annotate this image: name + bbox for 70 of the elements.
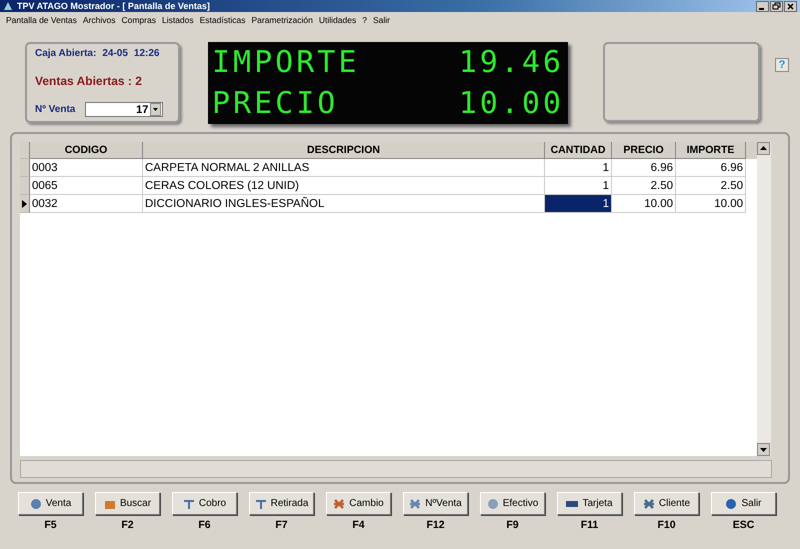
scroll-down-icon[interactable] (757, 443, 770, 456)
window-title: TPV ATAGO Mostrador - [ Pantalla de Ventas] (17, 1, 210, 11)
open-sales-text: Ventas Abiertas : 2 (35, 74, 143, 88)
table-cell: 0032 (30, 195, 143, 213)
function-button[interactable]: Retirada (249, 492, 314, 515)
register-label: Caja Abierta: (35, 48, 96, 59)
column-header[interactable]: IMPORTE (676, 142, 746, 159)
table-cell: 10.00 (676, 195, 746, 213)
table-cell: 0065 (30, 177, 143, 195)
shortcut-key: F7 (275, 519, 288, 531)
restore-icon[interactable] (770, 0, 783, 12)
shortcut-key: F4 (352, 519, 365, 531)
function-button[interactable]: NºVenta (403, 492, 468, 515)
menu-item[interactable]: Estadísticas (200, 15, 246, 25)
register-time: 12:26 (134, 48, 160, 59)
minimize-icon[interactable] (756, 0, 769, 12)
globe-icon (30, 498, 42, 510)
shortcut-key: F12 (426, 519, 445, 531)
shortcut-key: F11 (580, 519, 598, 531)
function-button[interactable]: Buscar (95, 492, 160, 515)
column-header[interactable]: DESCRIPCION (143, 142, 545, 159)
function-button[interactable]: Venta (18, 492, 83, 515)
function-button[interactable]: Efectivo (480, 492, 545, 515)
table-cell: 2.50 (676, 177, 746, 195)
shortcut-key: F6 (198, 519, 211, 531)
function-button[interactable]: Salir (711, 492, 776, 515)
menu-item[interactable]: Listados (162, 15, 194, 25)
sale-number-dropdown[interactable]: 17 (85, 102, 164, 117)
shortcut-key: F5 (44, 519, 57, 531)
menu-item[interactable]: Archivos (82, 15, 116, 25)
menu-item[interactable]: ? (362, 15, 367, 25)
table-cell: CARPETA NORMAL 2 ANILLAS (143, 159, 545, 177)
menu-item[interactable]: Utilidades (318, 15, 356, 25)
table-cell: 1 (545, 195, 612, 213)
column-header[interactable]: CODIGO (30, 142, 143, 159)
register-date: 24-05 (102, 48, 128, 59)
menu-item[interactable]: Salir (372, 15, 390, 25)
dropdown-icon[interactable] (150, 103, 162, 116)
table-cell: CERAS COLORES (12 UNID) (143, 177, 545, 195)
display-value: 10.00 (458, 86, 564, 120)
menu-item[interactable]: Compras (121, 15, 156, 25)
function-button[interactable]: Cambio (326, 492, 391, 515)
table-cell: 6.96 (676, 159, 746, 177)
shortcut-key: ESC (732, 519, 754, 531)
sale-number-label: Nº Venta (35, 104, 76, 115)
table-cell: 10.00 (612, 195, 676, 213)
column-header[interactable]: CANTIDAD (545, 142, 612, 159)
shortcut-key: F10 (657, 519, 676, 531)
current-row-icon (22, 200, 27, 208)
function-button[interactable]: Cobro (172, 492, 237, 515)
row-indicator[interactable] (20, 195, 30, 213)
menu-item[interactable]: Parametrización (251, 15, 313, 25)
table-cell: 6.96 (612, 159, 676, 177)
shortcut-key: F9 (506, 519, 519, 531)
scroll-up-icon[interactable] (757, 142, 770, 155)
shortcut-key: F2 (121, 519, 134, 531)
function-button[interactable]: Cliente (634, 492, 699, 515)
app-icon (3, 1, 13, 11)
column-header[interactable]: PRECIO (612, 142, 676, 159)
table-cell: 1 (545, 159, 612, 177)
vertical-scrollbar[interactable] (757, 142, 771, 456)
display-value: 19.46 (458, 46, 564, 80)
table-cell: 0003 (30, 159, 143, 177)
table-cell: 2.50 (612, 177, 676, 195)
display-label: IMPORTE (212, 46, 360, 80)
display-label: PRECIO (212, 86, 338, 120)
menu-item[interactable]: Pantalla de Ventas (6, 15, 77, 25)
function-button[interactable]: Tarjeta (557, 492, 622, 515)
table-cell: DICCIONARIO INGLES-ESPAÑOL (143, 195, 545, 213)
close-icon[interactable] (784, 0, 797, 12)
